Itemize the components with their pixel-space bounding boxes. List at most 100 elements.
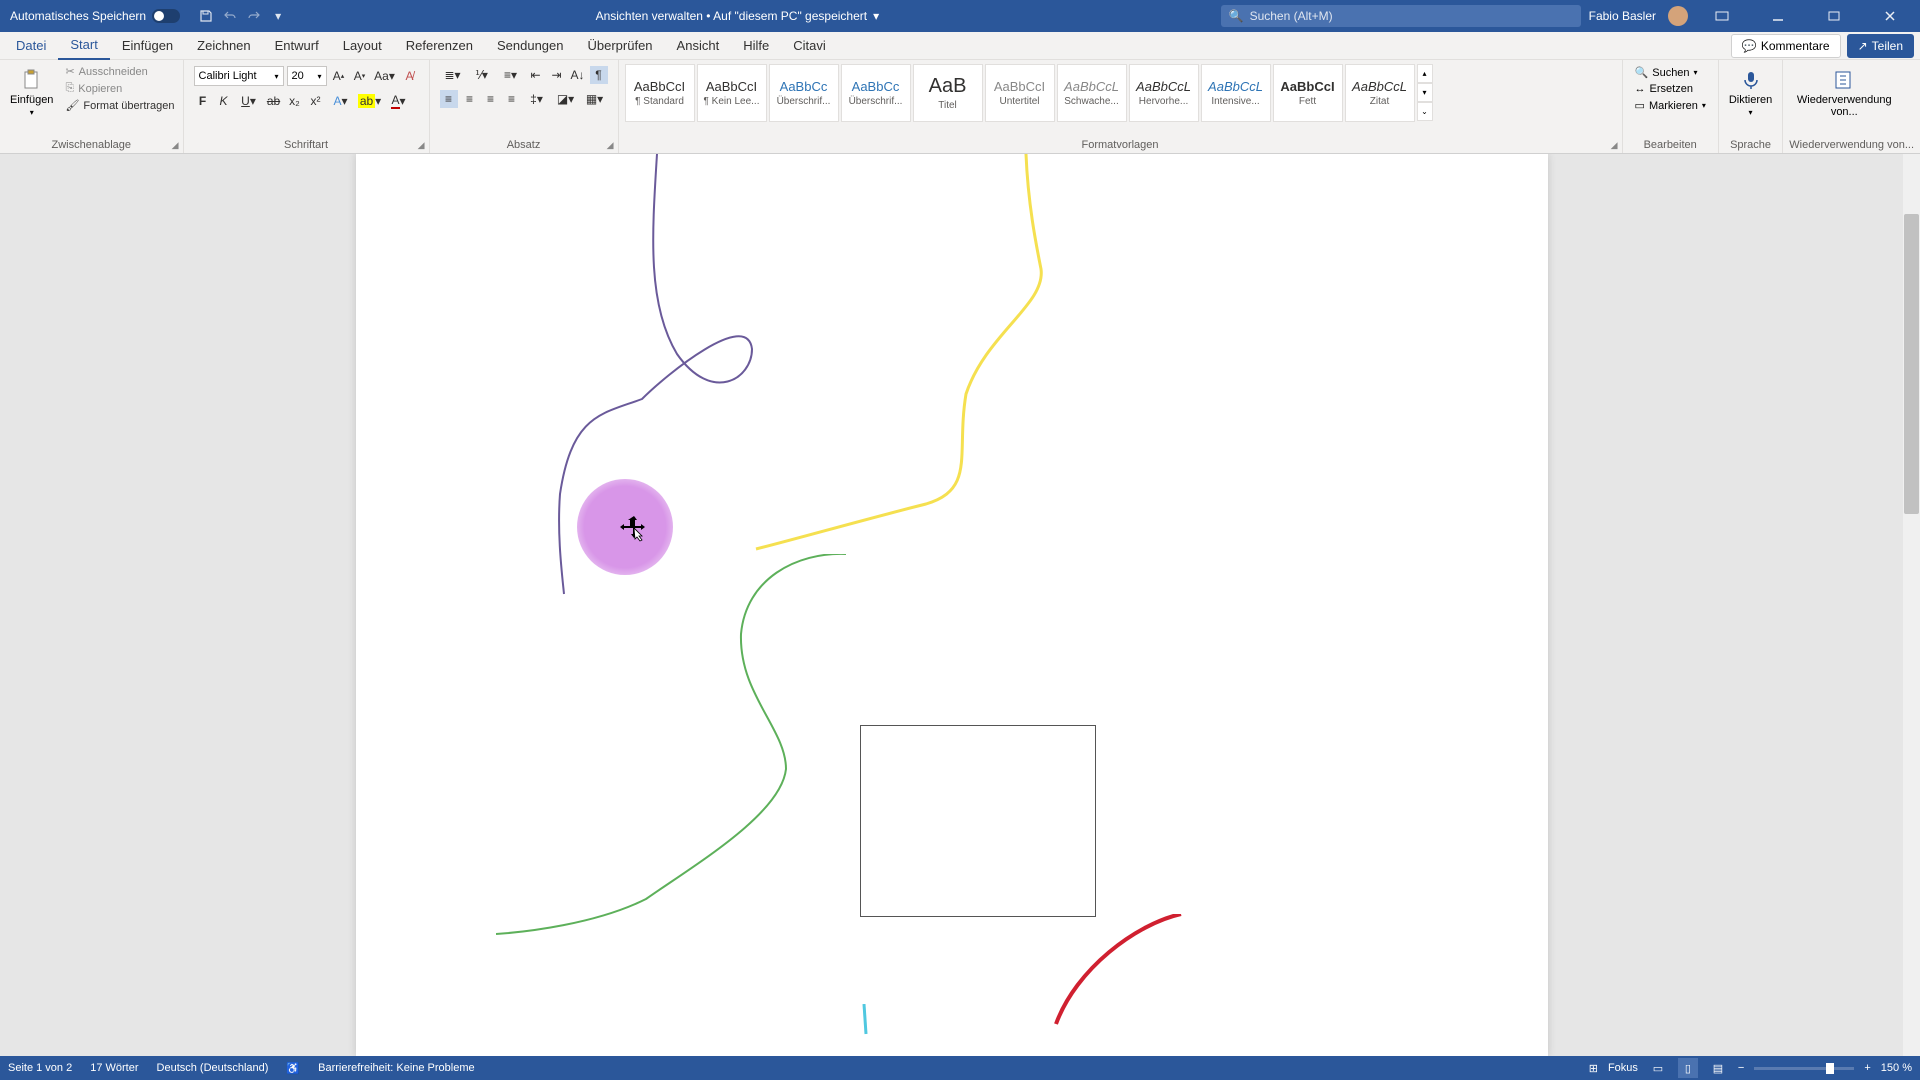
tab-layout[interactable]: Layout [331, 32, 394, 59]
zoom-out-icon[interactable]: − [1738, 1062, 1744, 1074]
save-icon[interactable] [198, 8, 214, 24]
styles-scroll[interactable]: ▴▾⌄ [1417, 64, 1433, 122]
redo-icon[interactable] [246, 8, 262, 24]
align-right-button[interactable]: ≡ [482, 90, 500, 108]
replace-button[interactable]: ↔Ersetzen [1635, 83, 1706, 95]
rectangle-shape[interactable] [860, 725, 1096, 917]
tab-start[interactable]: Start [58, 31, 109, 60]
clear-format-button[interactable]: A̸ [401, 67, 419, 85]
reuse-files-button[interactable]: Wiederverwendung von... [1789, 64, 1899, 122]
word-count[interactable]: 17 Wörter [90, 1062, 138, 1074]
style-quote[interactable]: AaBbCcLZitat [1345, 64, 1415, 122]
font-color-button[interactable]: A▾ [386, 92, 412, 110]
read-mode-icon[interactable]: ▭ [1648, 1058, 1668, 1078]
subscript-button[interactable]: x₂ [286, 92, 304, 110]
minimize-icon[interactable] [1756, 0, 1800, 32]
close-icon[interactable] [1868, 0, 1912, 32]
scroll-down-icon[interactable]: ▾ [1417, 83, 1433, 102]
clipboard-launcher-icon[interactable]: ◢ [172, 140, 179, 151]
style-nospacing[interactable]: AaBbCcI¶ Kein Lee... [697, 64, 767, 122]
autosave-toggle[interactable]: Automatisches Speichern [0, 9, 190, 23]
paragraph-launcher-icon[interactable]: ◢ [607, 140, 614, 151]
accessibility-status[interactable]: Barrierefreiheit: Keine Probleme [318, 1062, 475, 1074]
undo-icon[interactable] [222, 8, 238, 24]
font-name-select[interactable]: Calibri Light▾ [194, 66, 284, 86]
increase-indent-button[interactable]: ⇥ [548, 66, 566, 84]
bullets-button[interactable]: ≣▾ [440, 66, 466, 84]
font-size-select[interactable]: 20▾ [287, 66, 327, 86]
style-standard[interactable]: AaBbCcI¶ Standard [625, 64, 695, 122]
style-strong[interactable]: AaBbCcIFett [1273, 64, 1343, 122]
ink-stroke-green[interactable] [496, 554, 856, 954]
tab-insert[interactable]: Einfügen [110, 32, 185, 59]
style-subtitle[interactable]: AaBbCcIUntertitel [985, 64, 1055, 122]
ink-stroke-yellow[interactable] [746, 154, 1086, 574]
multilevel-button[interactable]: ≡▾ [498, 66, 524, 84]
shading-button[interactable]: ◪▾ [553, 90, 579, 108]
style-subtle-emphasis[interactable]: AaBbCcLSchwache... [1057, 64, 1127, 122]
qat-dropdown-icon[interactable]: ▾ [270, 8, 286, 24]
tab-citavi[interactable]: Citavi [781, 32, 838, 59]
vertical-scrollbar[interactable] [1903, 154, 1920, 1056]
strikethrough-button[interactable]: ab [265, 92, 283, 110]
find-button[interactable]: 🔍Suchen▾ [1635, 66, 1706, 79]
styles-expand-icon[interactable]: ⌄ [1417, 102, 1433, 121]
shrink-font-button[interactable]: A▾ [351, 67, 369, 85]
tab-file[interactable]: Datei [4, 32, 58, 59]
line-spacing-button[interactable]: ‡▾ [524, 90, 550, 108]
tab-view[interactable]: Ansicht [665, 32, 732, 59]
justify-button[interactable]: ≡ [503, 90, 521, 108]
tab-help[interactable]: Hilfe [731, 32, 781, 59]
styles-gallery[interactable]: AaBbCcI¶ Standard AaBbCcI¶ Kein Lee... A… [625, 64, 1433, 122]
style-emphasis[interactable]: AaBbCcLHervorhe... [1129, 64, 1199, 122]
zoom-in-icon[interactable]: + [1864, 1062, 1870, 1074]
italic-button[interactable]: K [215, 92, 233, 110]
superscript-button[interactable]: x² [307, 92, 325, 110]
grow-font-button[interactable]: A▴ [330, 67, 348, 85]
print-layout-icon[interactable]: ▯ [1678, 1058, 1698, 1078]
borders-button[interactable]: ▦▾ [582, 90, 608, 108]
select-button[interactable]: ▭Markieren▾ [1635, 99, 1706, 112]
paste-button[interactable]: Einfügen ▾ [6, 64, 57, 121]
maximize-icon[interactable] [1812, 0, 1856, 32]
ink-stroke-cyan[interactable] [856, 1004, 876, 1044]
decrease-indent-button[interactable]: ⇤ [527, 66, 545, 84]
web-layout-icon[interactable]: ▤ [1708, 1058, 1728, 1078]
display-settings-icon[interactable]: ⊞ [1589, 1062, 1598, 1075]
text-effects-button[interactable]: A▾ [328, 92, 354, 110]
style-intense-emphasis[interactable]: AaBbCcLIntensive... [1201, 64, 1271, 122]
share-button[interactable]: ↗Teilen [1847, 34, 1914, 58]
style-heading1[interactable]: AaBbCcÜberschrif... [769, 64, 839, 122]
toggle-switch[interactable] [152, 9, 180, 23]
ribbon-display-icon[interactable] [1700, 0, 1744, 32]
tab-design[interactable]: Entwurf [263, 32, 331, 59]
focus-mode[interactable]: Fokus [1608, 1062, 1638, 1074]
align-center-button[interactable]: ≡ [461, 90, 479, 108]
language-indicator[interactable]: Deutsch (Deutschland) [157, 1062, 269, 1074]
zoom-slider[interactable] [1754, 1067, 1854, 1070]
zoom-level[interactable]: 150 % [1881, 1062, 1912, 1074]
show-marks-button[interactable]: ¶ [590, 66, 608, 84]
bold-button[interactable]: F [194, 92, 212, 110]
page-indicator[interactable]: Seite 1 von 2 [8, 1062, 72, 1074]
underline-button[interactable]: U▾ [236, 92, 262, 110]
comments-button[interactable]: 💬Kommentare [1731, 34, 1841, 58]
style-title[interactable]: AaBTitel [913, 64, 983, 122]
numbering-button[interactable]: ⅟▾ [469, 66, 495, 84]
ink-stroke-red[interactable] [1036, 914, 1236, 1034]
sort-button[interactable]: A↓ [569, 66, 587, 84]
page-canvas[interactable] [356, 154, 1548, 1056]
title-dropdown-icon[interactable]: ▾ [873, 9, 879, 23]
user-name[interactable]: Fabio Basler [1589, 9, 1656, 23]
dictate-button[interactable]: Diktieren ▾ [1725, 64, 1776, 121]
format-painter-button[interactable]: 🖌Format übertragen [63, 98, 176, 113]
search-box[interactable]: 🔍 Suchen (Alt+M) [1221, 5, 1581, 27]
font-launcher-icon[interactable]: ◢ [418, 140, 425, 151]
user-avatar[interactable] [1668, 6, 1688, 26]
tab-review[interactable]: Überprüfen [576, 32, 665, 59]
align-left-button[interactable]: ≡ [440, 90, 458, 108]
tab-references[interactable]: Referenzen [394, 32, 485, 59]
styles-launcher-icon[interactable]: ◢ [1611, 140, 1618, 151]
highlight-button[interactable]: ab▾ [357, 92, 383, 110]
scroll-up-icon[interactable]: ▴ [1417, 64, 1433, 83]
